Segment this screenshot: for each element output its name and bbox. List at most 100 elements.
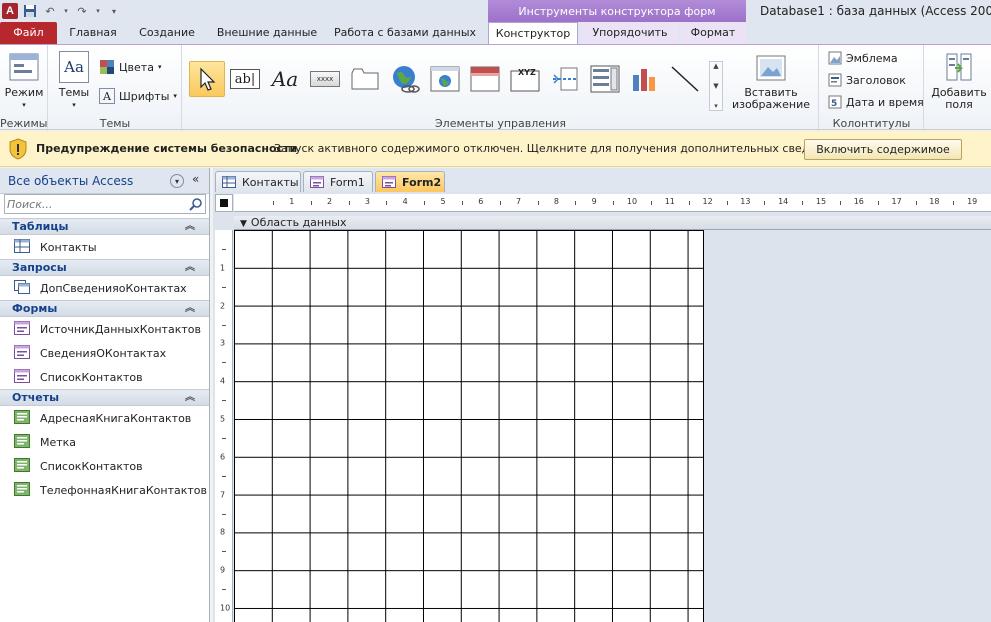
access-app-icon[interactable]: A (2, 3, 18, 19)
button-control-icon[interactable]: xxxx (307, 61, 343, 97)
textbox-control-icon[interactable]: ab| (227, 61, 263, 97)
tab-home[interactable]: Главная (60, 22, 126, 44)
nav-object-label: АдреснаяКнигаКонтактов (40, 411, 192, 425)
nav-section-header[interactable]: Формы ︽ (0, 300, 209, 317)
themes-button[interactable]: Aa Темы ▾ (55, 51, 93, 111)
form-selector-box[interactable] (215, 194, 233, 212)
gallery-more-icon[interactable]: ▾ (714, 102, 718, 110)
ruler-number: 5 (220, 414, 226, 424)
themes-group-label: Темы (99, 117, 131, 130)
gallery-up-icon[interactable]: ▲ (713, 62, 718, 70)
ruler-tick (272, 201, 274, 205)
nav-object-item[interactable]: Метка (0, 430, 209, 454)
ruler-number: 16 (853, 197, 864, 206)
nav-section-header[interactable]: Отчеты ︽ (0, 389, 209, 406)
nav-object-item[interactable]: ДопСведенияоКонтактах (0, 276, 209, 300)
controls-gallery-scrollbar[interactable]: ▲ ▼ ▾ (709, 61, 723, 111)
tab-design[interactable]: Конструктор (488, 22, 578, 45)
label-control-icon[interactable]: Aa (267, 61, 303, 97)
hyperlink-control-icon[interactable] (387, 61, 423, 97)
nav-object-item[interactable]: АдреснаяКнигаКонтактов (0, 406, 209, 430)
ruler-tick (537, 201, 539, 205)
collapse-section-icon[interactable]: ︽ (185, 390, 195, 405)
form-icon (382, 176, 396, 188)
option-group-icon[interactable]: XYZ (507, 61, 543, 97)
horizontal-ruler[interactable]: 1 2 3 4 5 6 7 8 9 10 11 12 13 14 15 16 17 18 19 (234, 194, 991, 212)
fonts-button[interactable]: A Шрифты ▾ (99, 88, 177, 104)
nav-pane-header[interactable]: Все объекты Access ▾ « (0, 168, 209, 194)
customize-qat-icon[interactable]: ▾ (106, 3, 122, 19)
ruler-number: 9 (220, 565, 226, 575)
doc-tab-form1[interactable]: Form1 (303, 171, 373, 192)
ruler-tick (222, 513, 226, 515)
fonts-label: Шрифты (119, 89, 170, 103)
collapse-section-icon[interactable]: ︽ (185, 301, 195, 316)
form-width-edge[interactable] (703, 230, 704, 622)
tab-format[interactable]: Формат (680, 22, 746, 44)
tab-file[interactable]: Файл (0, 22, 57, 44)
detail-section-bar[interactable]: ▼ Область данных (234, 216, 991, 230)
form-design-grid[interactable] (234, 230, 703, 622)
tab-create[interactable]: Создание (132, 22, 202, 44)
line-control-icon[interactable] (667, 61, 703, 97)
collapse-section-icon[interactable]: ︽ (185, 219, 195, 234)
date-time-icon: 5 (828, 95, 842, 109)
tab-external-data[interactable]: Внешние данные (210, 22, 324, 44)
view-button[interactable]: Режим ▾ (3, 51, 45, 111)
form-icon (14, 320, 30, 338)
header-footer-group-label: Колонтитулы (832, 117, 911, 130)
nav-object-item[interactable]: СведенияОКонтактах (0, 341, 209, 365)
enable-content-button[interactable]: Включить содержимое (804, 139, 962, 160)
logo-button[interactable]: Эмблема (828, 51, 898, 65)
nav-search-input[interactable] (5, 195, 185, 213)
collapse-section-icon[interactable]: ︽ (185, 260, 195, 275)
svg-text:XYZ: XYZ (518, 68, 536, 77)
chart-control-icon[interactable] (627, 61, 663, 97)
search-icon[interactable] (189, 197, 203, 211)
doc-tab-contacts[interactable]: Контакты (215, 171, 301, 192)
tab-control-icon[interactable] (347, 61, 383, 97)
redo-dropdown-icon[interactable]: ▾ (94, 3, 102, 19)
nav-section-header[interactable]: Запросы ︽ (0, 259, 209, 276)
undo-icon[interactable]: ↶ (42, 3, 58, 19)
nav-object-item[interactable]: СписокКонтактов (0, 454, 209, 478)
colors-button[interactable]: Цвета ▾ (99, 59, 161, 75)
document-tabs: Контакты Form1 Form2 (213, 168, 991, 192)
date-time-button[interactable]: 5 Дата и время (828, 95, 924, 109)
nav-object-item[interactable]: Контакты (0, 235, 209, 259)
ruler-tick (222, 589, 226, 591)
combo-box-icon[interactable] (587, 61, 623, 97)
undo-dropdown-icon[interactable]: ▾ (62, 3, 70, 19)
ruler-tick (461, 201, 463, 205)
view-icon (8, 51, 40, 83)
collapse-pane-icon[interactable]: « (192, 172, 199, 186)
ruler-number: 4 (220, 376, 226, 386)
nav-menu-chevron-icon[interactable]: ▾ (170, 174, 184, 188)
navigation-control-icon[interactable] (467, 61, 503, 97)
tab-database-tools[interactable]: Работа с базами данных (330, 22, 480, 44)
add-fields-button[interactable]: Добавить поля (927, 51, 991, 111)
web-browser-control-icon[interactable] (427, 61, 463, 97)
nav-section-header[interactable]: Таблицы ︽ (0, 218, 209, 235)
gallery-down-icon[interactable]: ▼ (713, 82, 718, 90)
insert-image-button[interactable]: Вставить изображение (727, 53, 815, 111)
nav-object-item[interactable]: ТелефоннаяКнигаКонтактов (0, 478, 209, 502)
ruler-number: 18 (929, 197, 940, 206)
ruler-number: 2 (220, 301, 226, 311)
vertical-ruler[interactable]: 1 2 3 4 5 6 7 8 9 10 (215, 230, 233, 622)
query-icon (14, 279, 30, 297)
page-break-icon[interactable] (547, 61, 583, 97)
doc-tab-label: Form1 (330, 175, 365, 189)
tab-arrange[interactable]: Упорядочить (582, 22, 678, 44)
select-pointer-icon[interactable] (189, 61, 225, 97)
ruler-tick (222, 475, 226, 477)
title-button[interactable]: Заголовок (828, 73, 906, 87)
table-icon (14, 238, 30, 256)
doc-tab-form2[interactable]: Form2 (375, 171, 445, 192)
nav-object-item[interactable]: СписокКонтактов (0, 365, 209, 389)
nav-object-item[interactable]: ИсточникДанныхКонтактов (0, 317, 209, 341)
security-warning-text[interactable]: Запуск активного содержимого отключен. Щ… (274, 131, 841, 167)
redo-icon[interactable]: ↷ (74, 3, 90, 19)
save-icon[interactable] (22, 3, 38, 19)
section-arrow-icon: ▼ (240, 219, 247, 229)
